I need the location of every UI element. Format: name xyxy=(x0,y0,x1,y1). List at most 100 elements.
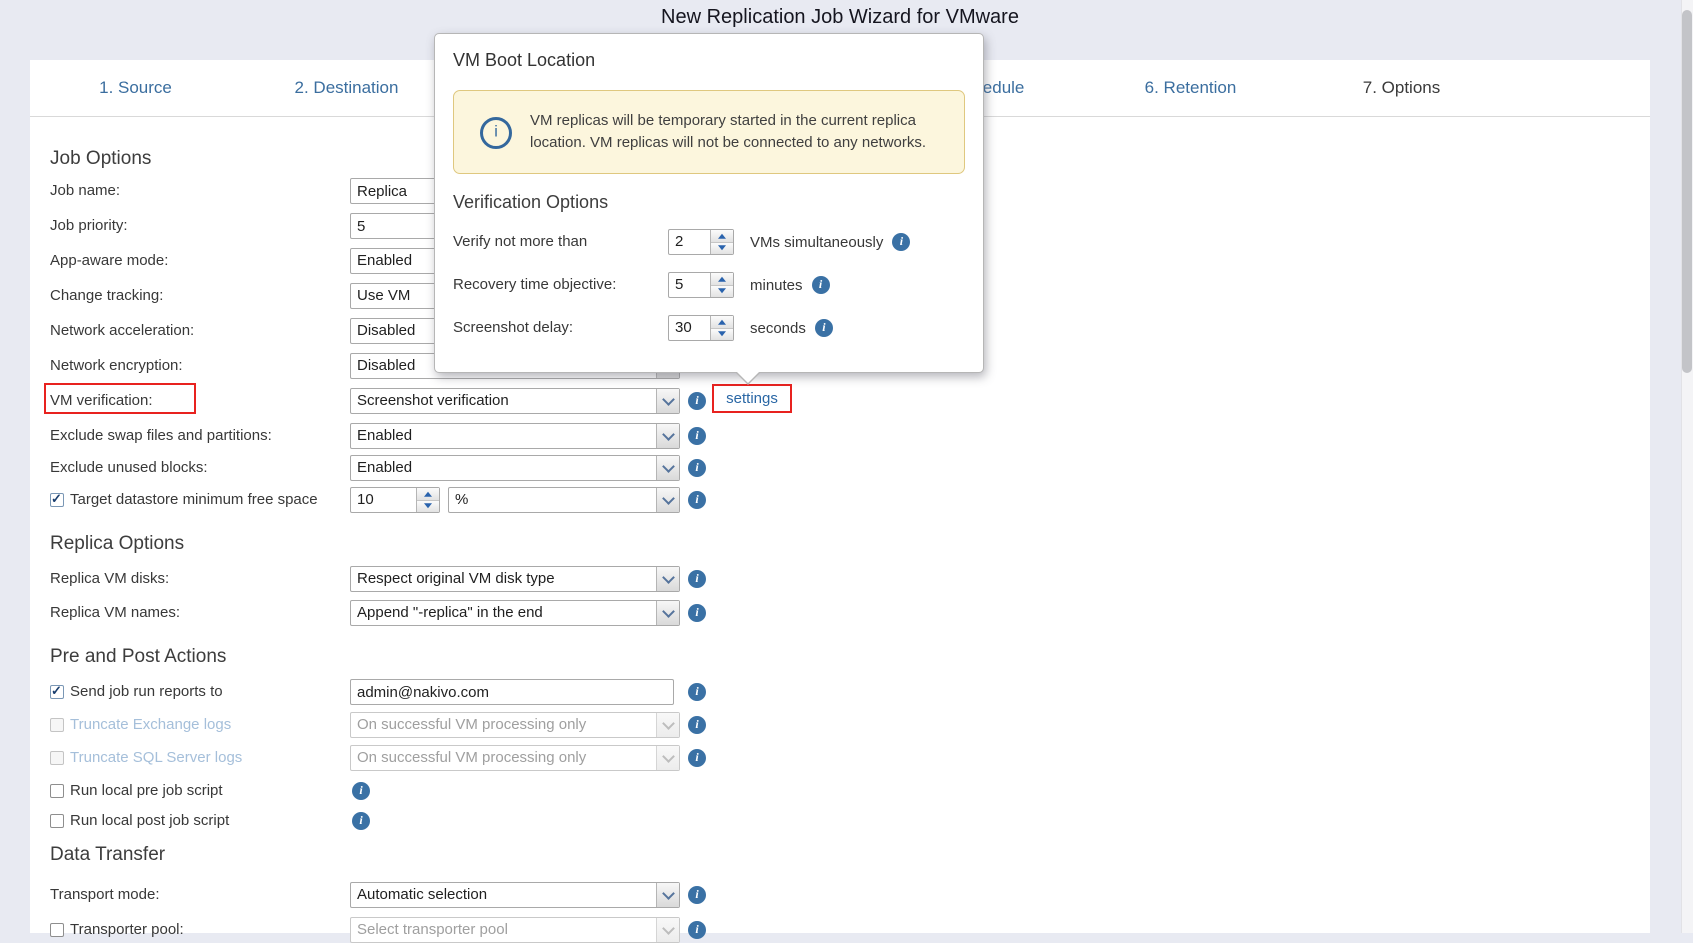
info-icon[interactable] xyxy=(352,812,370,830)
verify-count-unit: VMs simultaneously xyxy=(750,234,883,251)
info-icon[interactable] xyxy=(688,683,706,701)
vm-verification-value: Screenshot verification xyxy=(351,389,656,413)
info-icon[interactable] xyxy=(812,276,830,294)
info-icon[interactable] xyxy=(892,233,910,251)
verify-count-spinner[interactable]: 2 xyxy=(668,229,734,255)
transporter-pool-value: Select transporter pool xyxy=(351,918,656,942)
chevron-down-icon xyxy=(656,713,679,737)
change-tracking-label: Change tracking: xyxy=(50,283,163,309)
exclude-unused-select[interactable]: Enabled xyxy=(350,455,680,481)
info-icon[interactable] xyxy=(688,921,706,939)
run-post-script-label: Run local post job script xyxy=(70,808,229,834)
verify-count-label: Verify not more than xyxy=(453,229,587,255)
row-truncate-sql: Truncate SQL Server logs On successful V… xyxy=(0,745,1620,771)
network-encryption-label: Network encryption: xyxy=(50,353,183,379)
chevron-down-icon[interactable] xyxy=(656,389,679,413)
run-pre-script-checkbox[interactable] xyxy=(50,784,64,798)
row-truncate-exchange: Truncate Exchange logs On successful VM … xyxy=(0,712,1620,738)
window-title: New Replication Job Wizard for VMware xyxy=(0,6,1680,29)
replica-names-label: Replica VM names: xyxy=(50,600,180,626)
chevron-down-icon[interactable] xyxy=(656,456,679,480)
tab-destination[interactable]: 2. Destination xyxy=(241,60,452,116)
tab-source[interactable]: 1. Source xyxy=(30,60,241,116)
exclude-swap-label: Exclude swap files and partitions: xyxy=(50,423,272,449)
vm-boot-location-popover: VM Boot Location VM replicas will be tem… xyxy=(434,33,984,373)
chevron-down-icon[interactable] xyxy=(656,567,679,591)
screenshot-delay-label: Screenshot delay: xyxy=(453,315,573,341)
row-exclude-swap: Exclude swap files and partitions: Enabl… xyxy=(0,423,1620,449)
info-icon[interactable] xyxy=(688,392,706,410)
spin-down-button[interactable] xyxy=(417,500,439,513)
job-priority-label: Job priority: xyxy=(50,213,128,239)
chevron-down-icon[interactable] xyxy=(656,883,679,907)
chevron-down-icon[interactable] xyxy=(656,424,679,448)
spin-down-button[interactable] xyxy=(711,285,733,298)
info-icon[interactable] xyxy=(688,886,706,904)
info-icon[interactable] xyxy=(815,319,833,337)
row-target-datastore: Target datastore minimum free space 10 % xyxy=(0,487,1620,513)
exclude-swap-value: Enabled xyxy=(351,424,656,448)
chevron-down-icon[interactable] xyxy=(656,601,679,625)
truncate-exchange-label: Truncate Exchange logs xyxy=(70,712,231,738)
scrollbar-track[interactable] xyxy=(1681,0,1693,933)
target-datastore-value: 10 xyxy=(351,488,416,512)
row-transporter-pool: Transporter pool: Select transporter poo… xyxy=(0,917,1620,943)
row-run-pre-script: Run local pre job script xyxy=(0,778,1620,804)
send-reports-input[interactable] xyxy=(350,679,674,705)
run-post-script-checkbox[interactable] xyxy=(50,814,64,828)
spin-down-button[interactable] xyxy=(711,242,733,255)
section-pre-post-actions: Pre and Post Actions xyxy=(50,646,226,668)
tab-options[interactable]: 7. Options xyxy=(1296,60,1507,116)
recovery-time-value: 5 xyxy=(669,273,710,297)
replica-disks-select[interactable]: Respect original VM disk type xyxy=(350,566,680,592)
recovery-time-spinner[interactable]: 5 xyxy=(668,272,734,298)
row-exclude-unused: Exclude unused blocks: Enabled xyxy=(0,455,1620,481)
row-run-post-script: Run local post job script xyxy=(0,808,1620,834)
spin-down-button[interactable] xyxy=(711,328,733,341)
row-vm-verification: VM verification: Screenshot verification xyxy=(0,388,1620,414)
info-icon[interactable] xyxy=(352,782,370,800)
replica-names-select[interactable]: Append "-replica" in the end xyxy=(350,600,680,626)
exclude-unused-value: Enabled xyxy=(351,456,656,480)
chevron-down-icon[interactable] xyxy=(656,488,679,512)
screenshot-delay-value: 30 xyxy=(669,316,710,340)
spin-up-button[interactable] xyxy=(711,316,733,328)
row-verify-count: Verify not more than 2 VMs simultaneousl… xyxy=(453,229,965,255)
verify-count-value: 2 xyxy=(669,230,710,254)
transporter-pool-checkbox[interactable] xyxy=(50,923,64,937)
info-icon[interactable] xyxy=(688,570,706,588)
info-icon[interactable] xyxy=(688,491,706,509)
transport-mode-value: Automatic selection xyxy=(351,883,656,907)
info-icon[interactable] xyxy=(688,749,706,767)
verification-options-heading: Verification Options xyxy=(453,192,608,213)
tab-retention[interactable]: 6. Retention xyxy=(1085,60,1296,116)
recovery-time-unit: minutes xyxy=(750,277,803,294)
truncate-sql-checkbox xyxy=(50,751,64,765)
truncate-sql-label: Truncate SQL Server logs xyxy=(70,745,242,771)
settings-link[interactable]: settings xyxy=(712,384,792,413)
target-datastore-spinner[interactable]: 10 xyxy=(350,487,440,513)
screenshot-delay-spinner[interactable]: 30 xyxy=(668,315,734,341)
info-icon[interactable] xyxy=(688,604,706,622)
info-icon[interactable] xyxy=(688,716,706,734)
scrollbar-thumb[interactable] xyxy=(1682,10,1692,373)
truncate-exchange-checkbox xyxy=(50,718,64,732)
info-icon[interactable] xyxy=(688,427,706,445)
exclude-swap-select[interactable]: Enabled xyxy=(350,423,680,449)
row-recovery-time: Recovery time objective: 5 minutes xyxy=(453,272,965,298)
transporter-pool-select: Select transporter pool xyxy=(350,917,680,943)
spin-up-button[interactable] xyxy=(711,230,733,242)
row-replica-disks: Replica VM disks: Respect original VM di… xyxy=(0,566,1620,592)
transport-mode-select[interactable]: Automatic selection xyxy=(350,882,680,908)
info-icon[interactable] xyxy=(688,459,706,477)
target-datastore-label: Target datastore minimum free space xyxy=(70,487,318,513)
truncate-exchange-value: On successful VM processing only xyxy=(351,713,656,737)
vm-verification-select[interactable]: Screenshot verification xyxy=(350,388,680,414)
spin-up-button[interactable] xyxy=(711,273,733,285)
target-datastore-unit-select[interactable]: % xyxy=(448,487,680,513)
row-screenshot-delay: Screenshot delay: 30 seconds xyxy=(453,315,965,341)
transporter-pool-label: Transporter pool: xyxy=(70,917,184,943)
send-reports-checkbox[interactable] xyxy=(50,685,64,699)
target-datastore-checkbox[interactable] xyxy=(50,493,64,507)
spin-up-button[interactable] xyxy=(417,488,439,500)
